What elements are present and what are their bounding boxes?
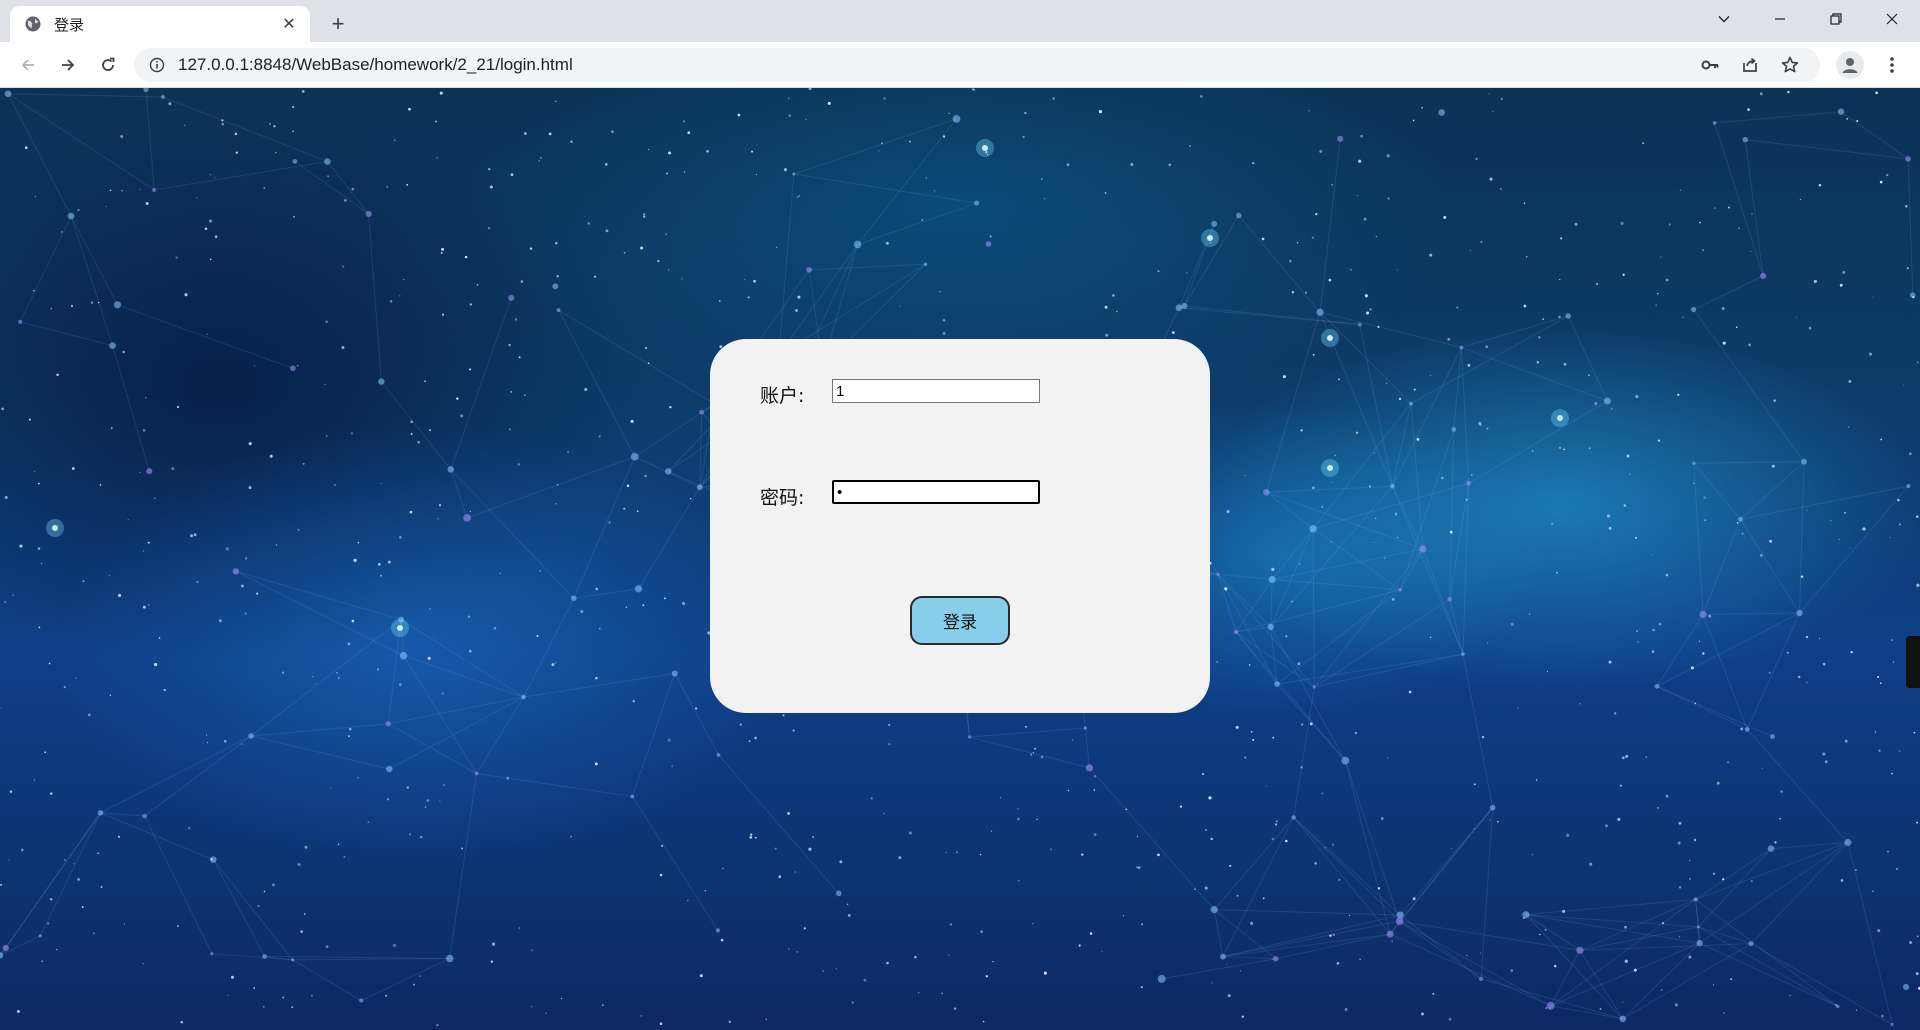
- password-label: 密码:: [760, 487, 805, 509]
- tab-login[interactable]: 登录 ✕: [10, 6, 310, 42]
- scrollbar-thumb[interactable]: [1906, 636, 1920, 688]
- page-viewport: 账户: 密码: 登录: [0, 88, 1920, 1030]
- forward-button[interactable]: [52, 49, 84, 81]
- address-bar[interactable]: 127.0.0.1:8848/WebBase/homework/2_21/log…: [134, 48, 1820, 82]
- key-icon[interactable]: [1694, 49, 1726, 81]
- share-icon[interactable]: [1734, 49, 1766, 81]
- reload-button[interactable]: [92, 49, 124, 81]
- chevron-down-icon: [1718, 16, 1730, 23]
- arrow-left-icon: [21, 59, 34, 71]
- info-icon[interactable]: [148, 56, 166, 74]
- minimize-icon: [1775, 18, 1785, 20]
- avatar-icon: [1842, 58, 1858, 73]
- restore-icon: [1830, 13, 1842, 25]
- tab-title: 登录: [54, 16, 85, 34]
- browser-menu-button[interactable]: [1878, 51, 1906, 79]
- profile-button[interactable]: [1836, 51, 1864, 79]
- minimize-button[interactable]: [1752, 0, 1808, 38]
- close-window-button[interactable]: [1864, 0, 1920, 38]
- url-text[interactable]: 127.0.0.1:8848/WebBase/homework/2_21/log…: [178, 55, 1686, 75]
- new-tab-button[interactable]: +: [324, 10, 352, 38]
- close-icon: [1886, 13, 1898, 25]
- reload-icon: [102, 57, 115, 71]
- back-button[interactable]: [12, 49, 44, 81]
- browser-chrome: 登录 ✕ + 127.0.0.1:8848/WebBase/homework/2…: [0, 0, 1920, 88]
- password-input[interactable]: [832, 480, 1040, 504]
- tab-strip: 登录 ✕ +: [0, 0, 1920, 42]
- tab-search-button[interactable]: [1696, 0, 1752, 38]
- bookmark-star-icon[interactable]: [1774, 49, 1806, 81]
- browser-toolbar: 127.0.0.1:8848/WebBase/homework/2_21/log…: [0, 42, 1920, 88]
- login-card: 账户: 密码: 登录: [710, 339, 1210, 713]
- globe-icon: [24, 15, 42, 33]
- restore-button[interactable]: [1808, 0, 1864, 38]
- arrow-right-icon: [62, 59, 75, 71]
- account-input[interactable]: [832, 379, 1040, 403]
- tab-close-button[interactable]: ✕: [278, 13, 300, 35]
- more-vertical-icon: [1890, 57, 1894, 73]
- account-label: 账户:: [760, 385, 805, 407]
- login-button[interactable]: 登录: [910, 596, 1010, 645]
- window-controls: [1696, 0, 1920, 38]
